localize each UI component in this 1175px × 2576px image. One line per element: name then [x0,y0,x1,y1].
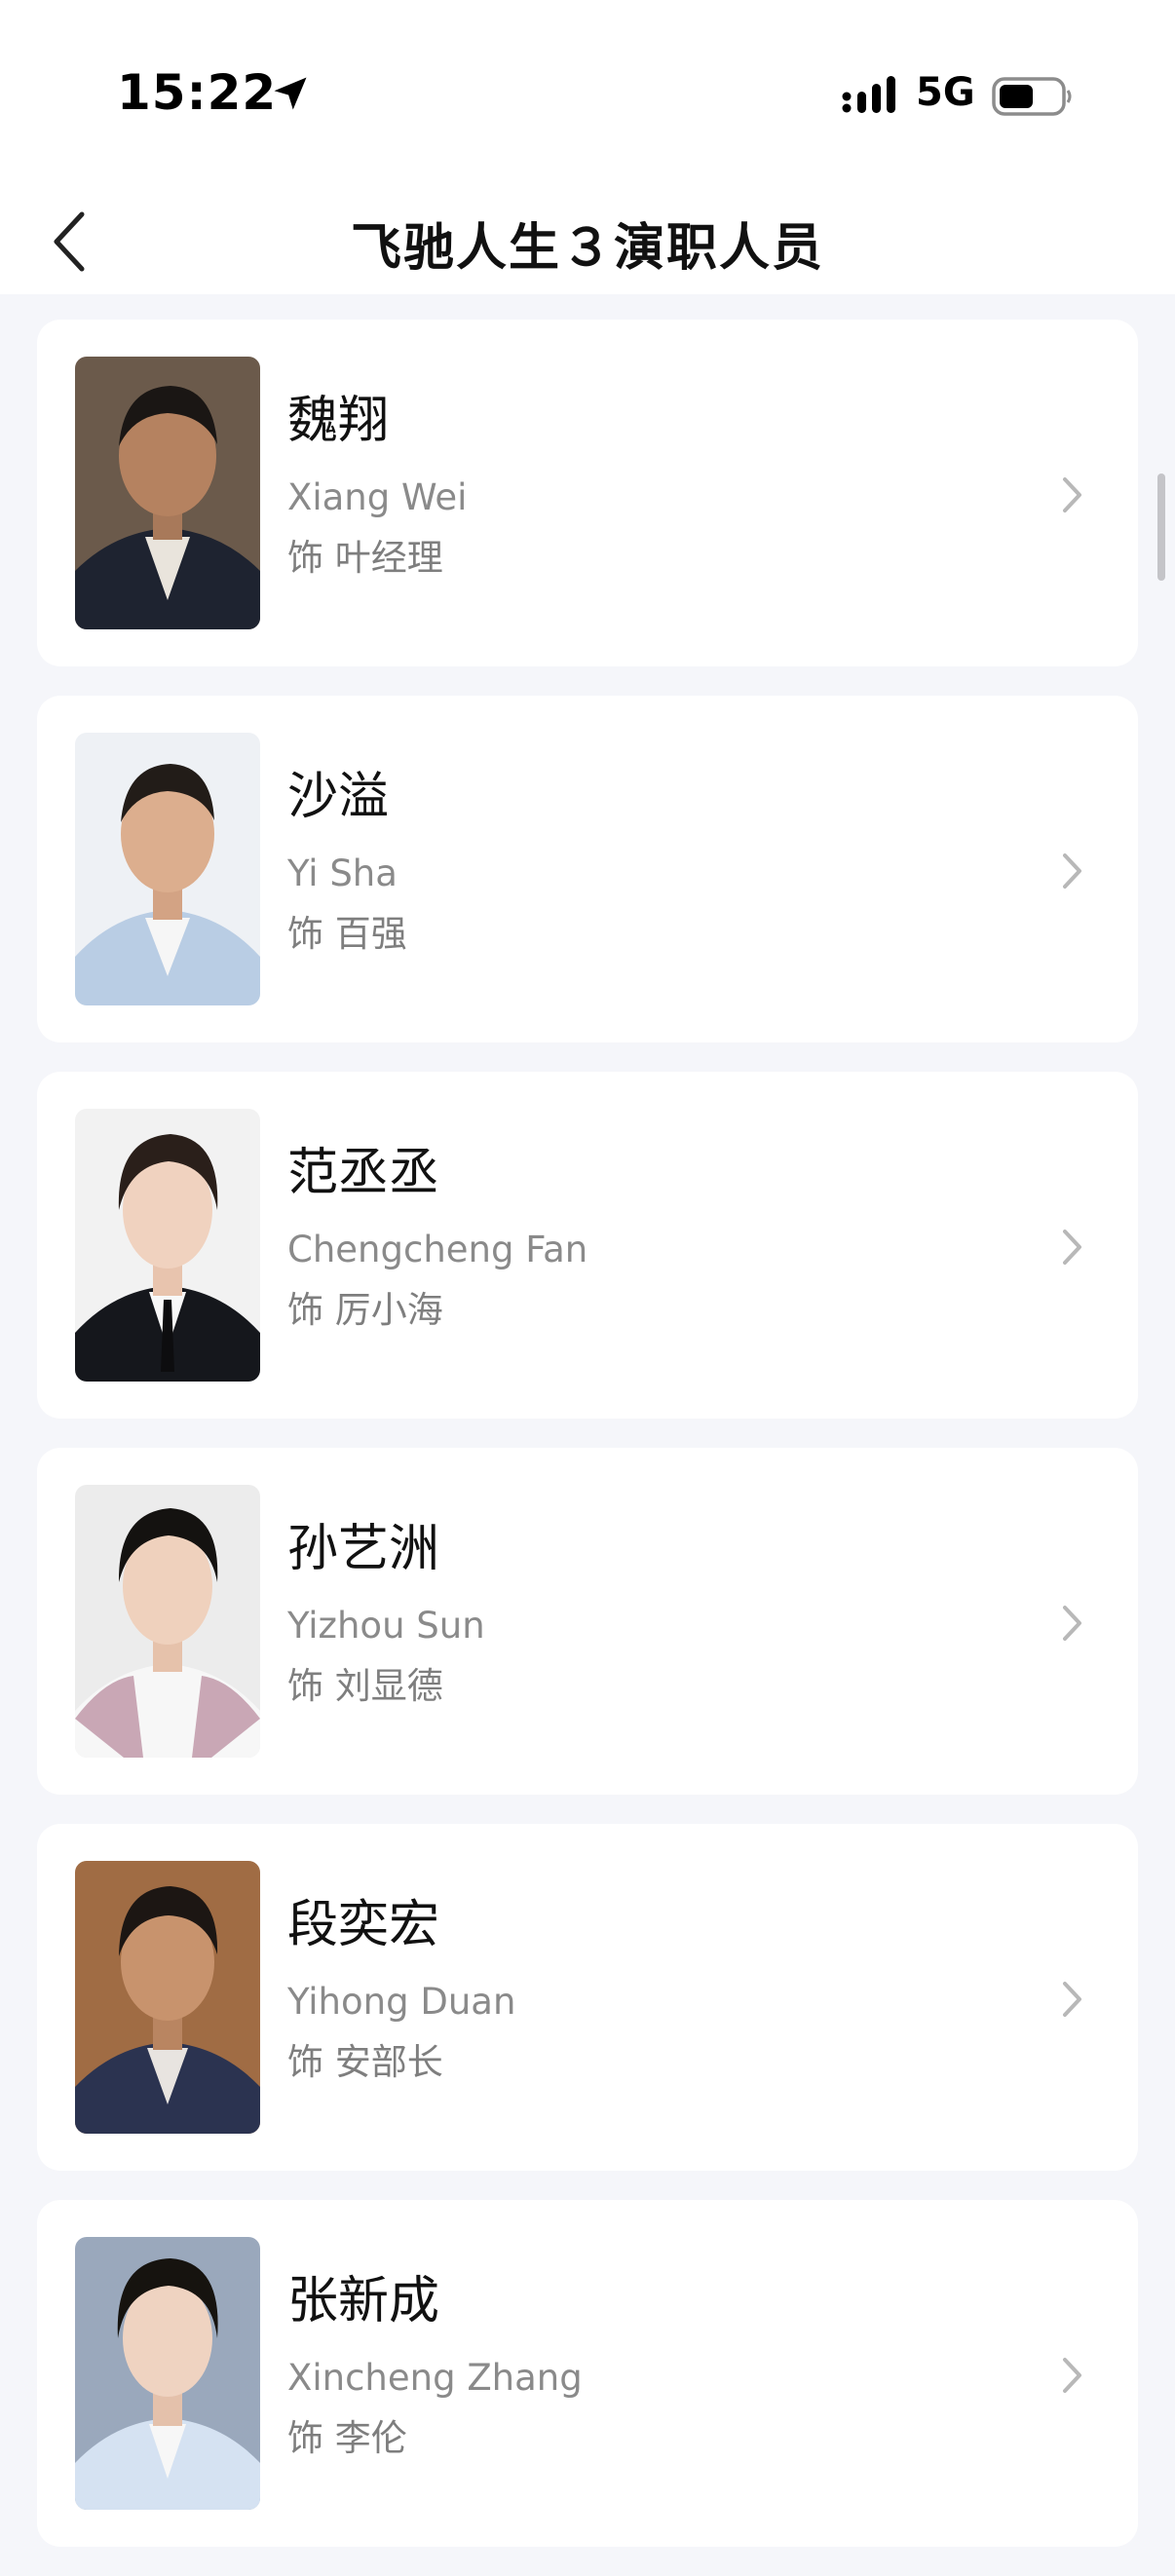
status-time: 15:22 [117,64,278,121]
chevron-right-icon [1063,2358,1081,2393]
cast-photo [75,1109,260,1382]
cast-photo [75,357,260,629]
cast-latin-name: Xincheng Zhang [287,2357,583,2399]
battery-icon [992,77,1072,116]
cast-role: 饰 叶经理 [287,537,443,579]
cast-name: 范丞丞 [287,1144,440,1202]
cast-role: 饰 安部长 [287,2041,443,2083]
cast-card[interactable]: 孙艺洲 Yizhou Sun 饰 刘显德 [37,1448,1138,1795]
chevron-right-icon [1063,1982,1081,2017]
chevron-right-icon [1063,853,1081,889]
location-arrow-icon [274,77,307,110]
chevron-right-icon [1063,477,1081,512]
cast-latin-name: Chengcheng Fan [287,1229,588,1270]
cast-role: 饰 百强 [287,913,407,955]
cast-photo [75,1861,260,2134]
scrollbar[interactable] [1157,474,1165,581]
cast-photo [75,733,260,1005]
cast-name: 段奕宏 [287,1896,440,1954]
signal-bars-icon [842,76,895,113]
cast-role: 饰 厉小海 [287,1289,443,1331]
cast-card[interactable]: 张新成 Xincheng Zhang 饰 李伦 [37,2200,1138,2547]
cast-name: 魏翔 [287,392,390,450]
cast-latin-name: Yi Sha [287,852,398,894]
cast-role: 饰 李伦 [287,2417,407,2459]
cast-name: 沙溢 [287,768,390,826]
chevron-right-icon [1063,1230,1081,1265]
cast-role: 饰 刘显德 [287,1665,443,1707]
cast-photo [75,2237,260,2510]
network-type-label: 5G [916,70,975,115]
cast-card[interactable]: 魏翔 Xiang Wei 饰 叶经理 [37,320,1138,666]
cast-name: 张新成 [287,2272,440,2330]
cast-card[interactable]: 沙溢 Yi Sha 饰 百强 [37,696,1138,1042]
cast-photo [75,1485,260,1758]
chevron-right-icon [1063,1606,1081,1641]
cast-name: 孙艺洲 [287,1520,440,1578]
cast-card[interactable]: 范丞丞 Chengcheng Fan 饰 厉小海 [37,1072,1138,1419]
cast-latin-name: Xiang Wei [287,476,468,518]
cast-card[interactable]: 段奕宏 Yihong Duan 饰 安部长 [37,1824,1138,2171]
navigation-bar: 飞驰人生３演职人员 [0,185,1175,294]
status-bar: 15:22 5G [0,0,1175,185]
cast-latin-name: Yizhou Sun [287,1605,485,1647]
cast-list: 魏翔 Xiang Wei 饰 叶经理 沙溢 Yi Sha 饰 百强 范丞丞 Ch… [37,320,1138,2576]
page-title: 飞驰人生３演职人员 [350,219,824,278]
cast-latin-name: Yihong Duan [287,1981,516,2023]
